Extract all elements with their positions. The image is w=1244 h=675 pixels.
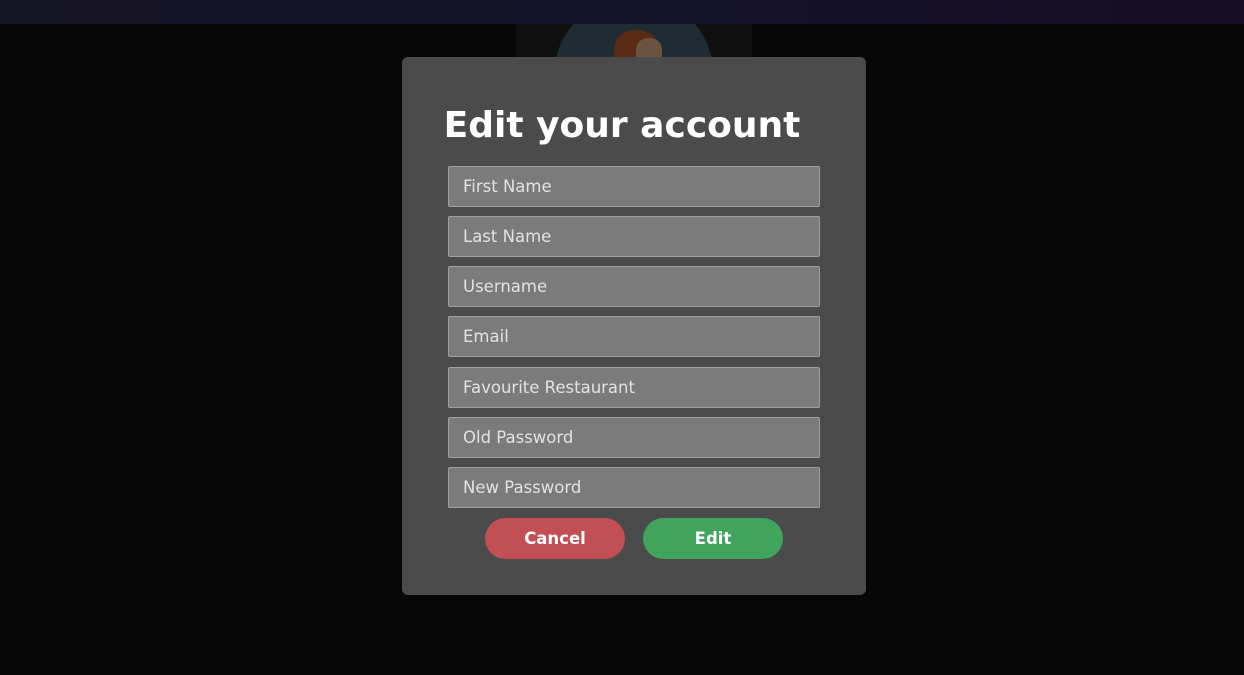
- top-navigation-bar: [0, 0, 1244, 24]
- username-input[interactable]: [448, 266, 820, 307]
- email-input[interactable]: [448, 316, 820, 357]
- last-name-input[interactable]: [448, 216, 820, 257]
- favourite-restaurant-input[interactable]: [448, 367, 820, 408]
- old-password-input[interactable]: [448, 417, 820, 458]
- edit-button[interactable]: Edit: [643, 518, 783, 559]
- first-name-input[interactable]: [448, 166, 820, 207]
- new-password-input[interactable]: [448, 467, 820, 508]
- modal-title: Edit your account: [443, 105, 801, 146]
- cancel-button[interactable]: Cancel: [485, 518, 625, 559]
